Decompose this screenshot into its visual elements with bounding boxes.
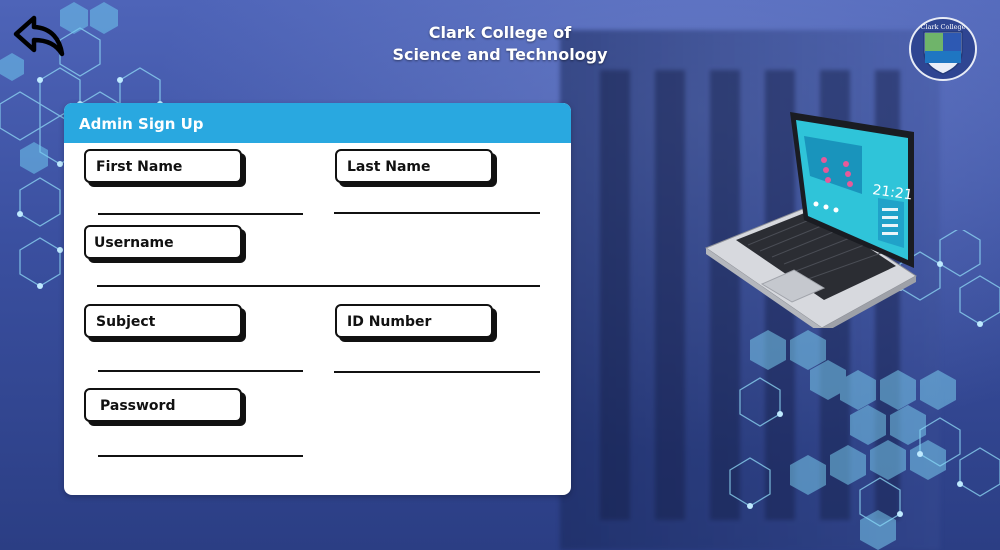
subject-label: Subject (84, 304, 242, 338)
college-title: Clark College of Science and Technology (380, 22, 620, 66)
password-label: Password (84, 388, 242, 422)
admin-signup-form: Admin Sign Up First Name Last Name Usern… (64, 103, 571, 495)
logo-text: Clark College (921, 23, 966, 31)
back-button[interactable] (12, 12, 68, 60)
username-label: Username (84, 225, 242, 259)
last-name-label: Last Name (335, 149, 493, 183)
id-number-label: ID Number (335, 304, 493, 338)
first-name-label: First Name (84, 149, 242, 183)
subject-input[interactable] (98, 348, 303, 372)
form-title: Admin Sign Up (64, 103, 571, 143)
back-arrow-icon (13, 15, 65, 57)
college-logo-icon: Clark College (909, 17, 977, 81)
password-input[interactable] (98, 433, 303, 457)
laptop-illustration: 21:21 (704, 112, 917, 328)
id-number-input[interactable] (334, 349, 540, 373)
username-input[interactable] (97, 263, 540, 287)
first-name-input[interactable] (98, 191, 303, 215)
college-title-line1: Clark College of (428, 23, 572, 42)
college-title-line2: Science and Technology (392, 45, 608, 64)
last-name-input[interactable] (334, 190, 540, 214)
